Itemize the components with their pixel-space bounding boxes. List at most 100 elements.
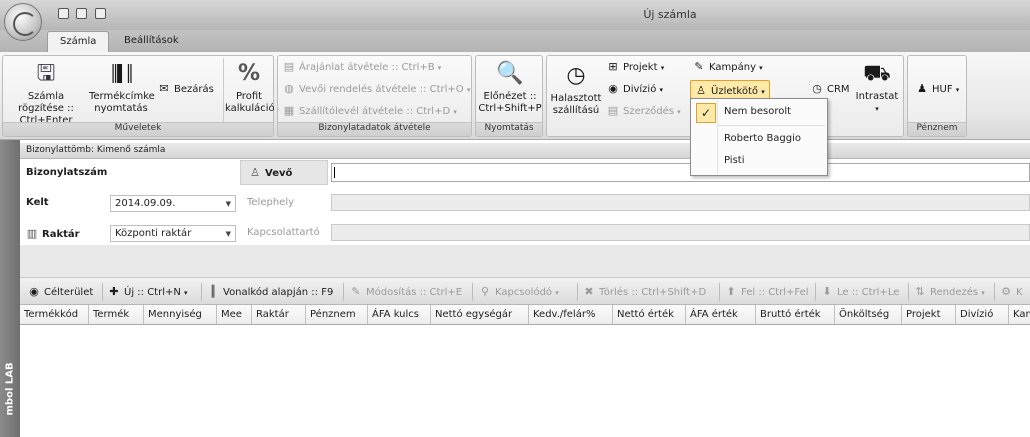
toolbar-divider xyxy=(577,283,578,301)
delivery-note-icon: ▦ xyxy=(283,104,295,117)
application-menu-button[interactable] xyxy=(4,3,42,41)
group-bizonylatadatok: ▤ Árajánlat átvétele :: Ctrl+B ▾ ◍ Vevői r… xyxy=(277,55,472,137)
arajanlat-atvetele-button[interactable]: ▤ Árajánlat átvétele :: Ctrl+B ▾ xyxy=(283,60,442,73)
barcode-icon: ║ xyxy=(209,285,217,298)
column-header[interactable]: Termék xyxy=(89,305,144,325)
sidebar-label: mbol LAB xyxy=(4,362,16,416)
celterulet-button[interactable]: ◉ Célterület xyxy=(28,285,93,298)
target-icon: ◉ xyxy=(29,285,39,298)
window-title: Új számla xyxy=(643,8,697,21)
column-header[interactable]: Projekt xyxy=(902,305,956,325)
uzletkoto-button[interactable]: ♙ Üzletkötő ▾ xyxy=(690,80,770,99)
toolbar-divider xyxy=(343,283,344,301)
column-header[interactable]: Nettó egységár xyxy=(431,305,529,325)
bezaras-button[interactable]: ✉ Bezárás xyxy=(158,82,213,95)
column-header[interactable]: Kedv./felár% xyxy=(529,305,613,325)
szamla-rogzitese-button[interactable]: 🖫 Számla rögzítése :: Ctrl+Enter xyxy=(5,60,87,127)
group-label: Bizonylatadatok átvétele xyxy=(278,122,471,136)
toolbar-divider xyxy=(201,283,202,301)
group-nyomtatas: 🔍 Előnézet :: Ctrl+Shift+P Nyomtatás xyxy=(475,55,543,137)
splitter-area xyxy=(20,245,1030,277)
kapcsolodo-button[interactable]: ⚲ Kapcsolódó ▾ xyxy=(479,285,559,298)
percent-icon: % xyxy=(237,61,261,86)
quote-icon: ▤ xyxy=(283,60,295,73)
column-header[interactable]: Divízió xyxy=(956,305,1009,325)
toolbar-divider xyxy=(815,283,816,301)
projekt-button[interactable]: ⊞ Projekt ▾ xyxy=(607,60,664,73)
save-invoice-icon: 🖫 xyxy=(36,61,56,86)
sort-icon: ⇅ xyxy=(915,285,925,298)
save-quick-icon[interactable] xyxy=(58,8,69,19)
column-header[interactable]: ÁFA kulcs xyxy=(368,305,431,325)
le-button[interactable]: ⬇ Le :: Ctrl+Le xyxy=(821,285,899,298)
column-header[interactable]: ÁFA érték xyxy=(686,305,756,325)
uj-sor-button[interactable]: ✚ Új :: Ctrl+N ▾ xyxy=(108,285,187,298)
column-header[interactable]: Kam xyxy=(1009,305,1030,325)
rendezes-button[interactable]: ⇅ Rendezés ▾ xyxy=(914,285,984,298)
penznem-button[interactable]: ♟ HUF ▾ xyxy=(916,82,959,95)
currency-icon: ♟ xyxy=(917,82,927,95)
edit-icon: ✎ xyxy=(351,285,361,298)
barcode-icon: ║▌║ xyxy=(109,64,135,83)
raktar-select[interactable]: Központi raktár ▼ xyxy=(110,225,236,242)
group-label: Pénznem xyxy=(908,122,966,136)
menu-item-nem-besorolt[interactable]: ✓ Nem besorolt xyxy=(692,101,826,123)
elonezet-button[interactable]: 🔍 Előnézet :: Ctrl+Shift+P xyxy=(478,60,542,115)
kampany-button[interactable]: ✎ Kampány ▾ xyxy=(693,60,762,73)
column-header[interactable]: Raktár xyxy=(252,305,306,325)
vonalkod-button[interactable]: ║ Vonalkód alapján :: F9 xyxy=(207,285,334,298)
clock-icon: ◷ xyxy=(566,63,586,88)
arrow-down-icon: ⬇ xyxy=(822,285,832,298)
bizonylattomb-bar: Bizonylattömb: Kimenő számla xyxy=(20,143,1030,159)
kelt-date-picker[interactable]: 2014.09.09. ▼ xyxy=(110,195,236,212)
divizio-button[interactable]: ◉ Divízió ▾ xyxy=(607,82,663,95)
column-header[interactable]: Önköltség xyxy=(835,305,902,325)
tab-szamla[interactable]: Számla xyxy=(47,31,110,52)
intrastat-button[interactable]: ⛟ Intrastat ▾ xyxy=(853,60,901,115)
salesperson-icon: ♙ xyxy=(696,84,706,97)
arrow-up-icon: ⬆ xyxy=(726,285,736,298)
group-divider xyxy=(223,58,224,122)
preview-quick-icon[interactable] xyxy=(95,8,106,19)
chevron-down-icon: ▼ xyxy=(225,200,231,208)
torles-button[interactable]: ✖ Törlés :: Ctrl+Shift+D xyxy=(583,285,706,298)
tab-beallitasok[interactable]: Beállítások xyxy=(112,31,191,52)
chevron-down-icon: ▼ xyxy=(225,230,231,238)
kapcsolattarto-field[interactable] xyxy=(331,224,1030,241)
vevoi-rendeles-atvetele-button[interactable]: ◍ Vevői rendelés átvétele :: Ctrl+O ▾ xyxy=(283,82,470,95)
column-header[interactable]: Mee xyxy=(217,305,252,325)
telephely-field[interactable] xyxy=(331,194,1030,211)
k-button[interactable]: ⚙ K xyxy=(1000,285,1023,298)
items-grid-body[interactable] xyxy=(20,325,1030,437)
column-header[interactable]: Termékkód xyxy=(20,305,89,325)
warehouse-icon: ▥ xyxy=(26,227,38,240)
column-header[interactable]: Nettó érték xyxy=(613,305,686,325)
column-header[interactable]: Bruttó érték xyxy=(756,305,835,325)
items-toolbar: ◉ Célterület ✚ Új :: Ctrl+N ▾ ║ Vonalkód al… xyxy=(20,277,1030,305)
toolbar-divider xyxy=(719,283,720,301)
szerzodes-button[interactable]: ▤ Szerződés ▾ xyxy=(607,104,681,117)
close-document-icon: ✉ xyxy=(159,82,169,95)
modositas-button[interactable]: ✎ Módosítás :: Ctrl+E xyxy=(350,285,462,298)
menu-item-roberto-baggio[interactable]: Roberto Baggio xyxy=(692,128,826,150)
menu-item-pisti[interactable]: Pisti xyxy=(692,150,826,172)
checkmark-icon: ✓ xyxy=(696,103,716,123)
fel-button[interactable]: ⬆ Fel :: Ctrl+Fel xyxy=(725,285,808,298)
telephely-label: Telephely xyxy=(247,197,295,208)
customer-icon: ♙ xyxy=(250,166,260,179)
toolbar-divider xyxy=(908,283,909,301)
order-icon: ◍ xyxy=(284,82,294,95)
print-quick-icon[interactable] xyxy=(76,8,87,19)
profit-kalkulacio-button[interactable]: % Profit kalkuláció xyxy=(225,60,275,115)
szallitolevel-atvetele-button[interactable]: ▦ Szállítólevél átvétele :: Ctrl+D ▾ xyxy=(283,104,457,117)
vevo-input[interactable] xyxy=(331,163,1030,182)
toolbar-divider xyxy=(472,283,473,301)
halasztott-szallitasu-button[interactable]: ◷ Halasztott szállítású xyxy=(549,62,603,117)
column-header[interactable]: Pénznem xyxy=(306,305,368,325)
crm-button[interactable]: ◷ CRM xyxy=(811,82,849,95)
termekcimke-nyomtatas-button[interactable]: ║▌║ Termékcímke nyomtatás xyxy=(89,60,155,115)
toolbar-divider xyxy=(102,283,103,301)
column-header[interactable]: Mennyiség xyxy=(144,305,217,325)
bizonylatszam-label: Bizonylatszám xyxy=(26,167,108,178)
division-icon: ◉ xyxy=(608,82,618,95)
